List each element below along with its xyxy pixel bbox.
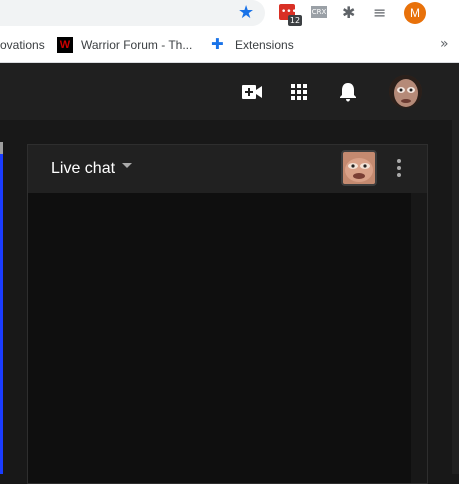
media-queue-icon[interactable]: ≡ [373, 3, 386, 22]
page-scrollbar-track[interactable] [452, 63, 459, 474]
bookmarks-overflow-icon[interactable]: » [440, 36, 449, 52]
extensions-bookmark-icon: ✚ [211, 35, 224, 53]
video-player-edge [0, 142, 3, 474]
chat-scrollbar-track[interactable] [411, 193, 427, 483]
chat-user-avatar[interactable] [341, 150, 377, 186]
chevron-down-icon[interactable] [122, 163, 132, 168]
video-player-edge-top [0, 142, 3, 154]
notifications-bell-icon[interactable] [339, 82, 357, 102]
browser-toolbar: ★ ••• 12 CRX ✱ ≡ M [0, 0, 459, 30]
extension-badge: 12 [288, 15, 302, 26]
bookmark-warrior-forum[interactable]: Warrior Forum - Th... [81, 38, 192, 52]
warrior-forum-icon: W [57, 37, 73, 53]
account-avatar[interactable] [389, 75, 422, 108]
extensions-puzzle-icon[interactable]: ✱ [342, 3, 355, 22]
crx-extension-icon[interactable]: CRX [311, 6, 327, 18]
profile-avatar[interactable]: M [404, 2, 426, 24]
bookmark-ovations[interactable]: ovations [0, 38, 45, 52]
bookmark-extensions[interactable]: Extensions [235, 38, 294, 52]
live-chat-panel: Live chat [27, 144, 428, 484]
live-chat-title[interactable]: Live chat [51, 160, 115, 178]
bookmark-star-icon[interactable]: ★ [238, 3, 254, 23]
apps-grid-icon[interactable] [291, 84, 307, 100]
create-video-icon[interactable] [242, 85, 262, 99]
address-bar[interactable] [0, 0, 265, 26]
more-options-icon[interactable] [396, 159, 402, 179]
live-chat-header: Live chat [28, 145, 427, 193]
